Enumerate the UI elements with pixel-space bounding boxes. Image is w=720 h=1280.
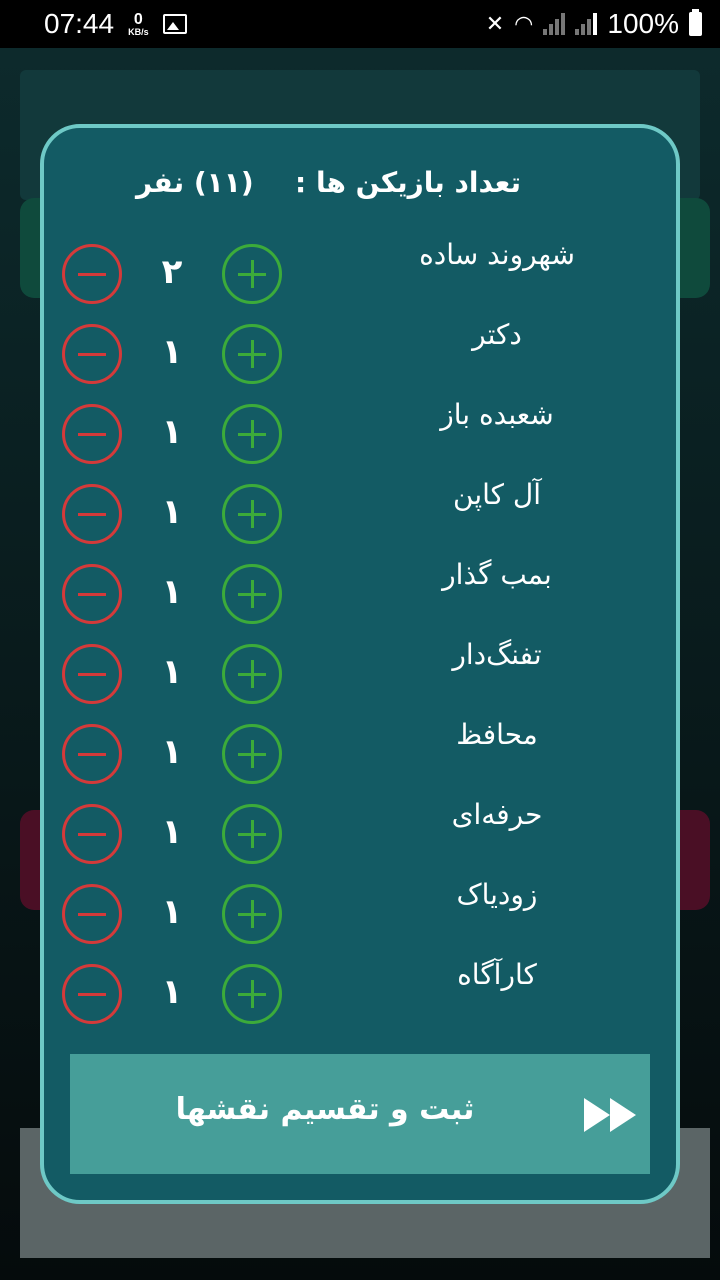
net-speed-value: 0 xyxy=(133,10,143,28)
role-count: ۱ xyxy=(161,972,183,1012)
decrement-button[interactable] xyxy=(62,244,122,304)
decrement-button[interactable] xyxy=(62,724,122,784)
increment-button[interactable] xyxy=(222,484,282,544)
decrement-button[interactable] xyxy=(62,564,122,624)
gallery-icon xyxy=(162,14,187,34)
decrement-button[interactable] xyxy=(62,484,122,544)
role-row: ۱ شعبده باز xyxy=(44,394,676,474)
role-row: ۱ تفنگ‌دار xyxy=(44,634,676,714)
battery-icon xyxy=(689,9,702,36)
role-row: ۱ دکتر xyxy=(44,314,676,394)
submit-and-assign-button[interactable]: ثبت و تقسیم نقشها xyxy=(70,1054,650,1174)
role-count: ۱ xyxy=(161,412,183,452)
increment-button[interactable] xyxy=(222,564,282,624)
role-row: ۱ حرفه‌ای xyxy=(44,794,676,874)
role-count: ۱ xyxy=(161,572,183,612)
role-name: محافظ xyxy=(456,718,538,751)
increment-button[interactable] xyxy=(222,244,282,304)
role-row: ۱ محافظ xyxy=(44,714,676,794)
net-speed-indicator: 0 KB/s xyxy=(128,10,149,37)
status-bar: 07:44 0 KB/s ✕ ◠ 100% xyxy=(0,0,720,48)
increment-button[interactable] xyxy=(222,804,282,864)
increment-button[interactable] xyxy=(222,404,282,464)
role-row: ۱ زودیاک xyxy=(44,874,676,954)
decrement-button[interactable] xyxy=(62,404,122,464)
role-name: زودیاک xyxy=(456,878,538,911)
increment-button[interactable] xyxy=(222,324,282,384)
decrement-button[interactable] xyxy=(62,324,122,384)
battery-percent: 100% xyxy=(607,8,679,39)
decrement-button[interactable] xyxy=(62,964,122,1024)
role-count: ۱ xyxy=(161,812,183,852)
role-row: ۲ شهروند ساده xyxy=(44,234,676,314)
decrement-button[interactable] xyxy=(62,644,122,704)
role-count: ۲ xyxy=(161,252,183,292)
increment-button[interactable] xyxy=(222,724,282,784)
role-row: ۱ بمب گذار xyxy=(44,554,676,634)
role-count: ۱ xyxy=(161,492,183,532)
player-count: (۱۱) نفر xyxy=(136,166,254,199)
status-right: ✕ ◠ 100% xyxy=(486,8,702,40)
fast-forward-icon xyxy=(584,1098,640,1132)
role-row: ۱ کارآگاه xyxy=(44,954,676,1034)
increment-button[interactable] xyxy=(222,964,282,1024)
role-row: ۱ آل کاپن xyxy=(44,474,676,554)
role-count: ۱ xyxy=(161,892,183,932)
mute-icon: ✕ xyxy=(485,11,505,37)
wifi-icon: ◠ xyxy=(514,11,534,37)
role-name: شعبده باز xyxy=(440,398,554,431)
dialog-title: تعداد بازیکن ها : xyxy=(295,166,521,199)
decrement-button[interactable] xyxy=(62,884,122,944)
role-count: ۱ xyxy=(161,732,183,772)
increment-button[interactable] xyxy=(222,884,282,944)
role-count-dialog: تعداد بازیکن ها : (۱۱) نفر ۲ شهروند ساده… xyxy=(40,124,680,1204)
signal-icon xyxy=(543,13,566,35)
role-name: دکتر xyxy=(472,318,522,351)
decrement-button[interactable] xyxy=(62,804,122,864)
increment-button[interactable] xyxy=(222,644,282,704)
role-name: شهروند ساده xyxy=(419,238,575,271)
role-name: تفنگ‌دار xyxy=(452,638,542,671)
signal-icon-2 xyxy=(575,13,598,35)
role-name: کارآگاه xyxy=(457,958,537,991)
role-count: ۱ xyxy=(161,332,183,372)
role-name: حرفه‌ای xyxy=(451,798,543,831)
role-count: ۱ xyxy=(161,652,183,692)
status-time: 07:44 xyxy=(44,8,115,39)
net-speed-unit: KB/s xyxy=(128,26,149,37)
submit-label: ثبت و تقسیم نقشها xyxy=(175,1092,475,1127)
role-name: بمب گذار xyxy=(442,558,552,591)
role-name: آل کاپن xyxy=(453,478,541,511)
